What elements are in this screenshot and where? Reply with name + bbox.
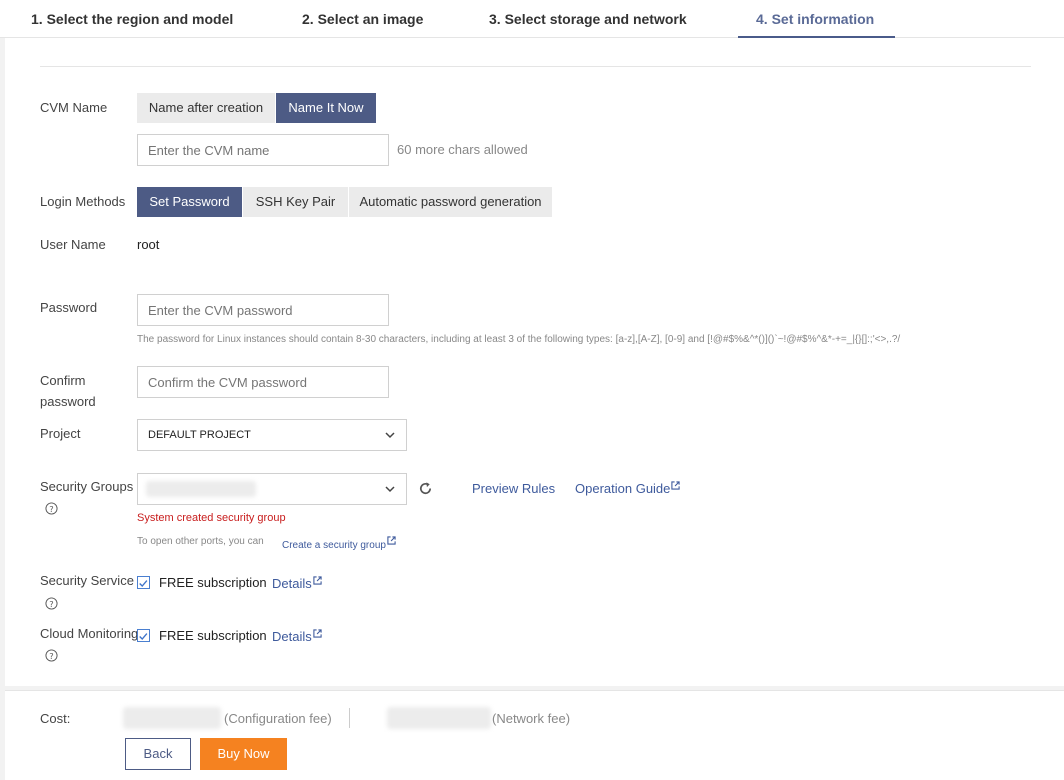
set-information-form: CVM Name Name after creation Name It Now… [5, 38, 1064, 686]
help-icon[interactable]: ? [45, 649, 58, 662]
project-select[interactable]: DEFAULT PROJECT [137, 419, 407, 451]
password-input[interactable] [137, 294, 389, 326]
operation-guide-link[interactable]: Operation Guide [575, 481, 681, 496]
step-bar: 1. Select the region and model 2. Select… [0, 0, 1064, 38]
network-fee-label: (Network fee) [492, 711, 571, 726]
password-label: Password [40, 300, 98, 315]
step-region-model[interactable]: 1. Select the region and model [31, 11, 233, 27]
confirm-password-label-line1: Confirm [40, 373, 86, 388]
svg-text:?: ? [49, 599, 53, 609]
security-service-checkbox[interactable] [137, 576, 150, 589]
configuration-fee-label: (Configuration fee) [224, 711, 332, 726]
name-it-now-button[interactable]: Name It Now [276, 93, 376, 123]
security-service-details-link[interactable]: Details [272, 576, 322, 591]
ssh-key-pair-button[interactable]: SSH Key Pair [243, 187, 348, 217]
confirm-password-input[interactable] [137, 366, 389, 398]
operation-guide-label: Operation Guide [575, 481, 671, 496]
security-service-label: Security Service [40, 573, 134, 588]
details-label: Details [272, 576, 312, 591]
create-security-group-label: Create a security group [282, 540, 386, 551]
external-link-icon [313, 629, 322, 638]
help-icon[interactable]: ? [45, 597, 58, 610]
cloud-monitoring-details-link[interactable]: Details [272, 629, 322, 644]
divider [40, 66, 1031, 67]
cost-label: Cost: [40, 711, 71, 726]
cloud-monitoring-label: Cloud Monitoring [40, 626, 139, 641]
redacted-security-group-name [146, 481, 256, 497]
step-image[interactable]: 2. Select an image [302, 11, 423, 27]
cvm-name-input[interactable] [137, 134, 389, 166]
external-link-icon [313, 576, 322, 585]
buy-now-button[interactable]: Buy Now [200, 738, 287, 770]
redacted-network-fee [387, 707, 491, 729]
security-group-select[interactable] [137, 473, 407, 505]
system-security-group-note: System created security group [137, 512, 286, 524]
svg-text:?: ? [49, 651, 53, 661]
project-select-value: DEFAULT PROJECT [148, 429, 251, 441]
external-link-icon [387, 536, 396, 545]
cost-footer: Cost: (Configuration fee) (Network fee) … [5, 690, 1064, 780]
other-ports-hint: To open other ports, you can [137, 536, 264, 547]
cvm-name-chars-hint: 60 more chars allowed [397, 142, 528, 157]
project-label: Project [40, 426, 81, 441]
chevron-down-icon [385, 486, 395, 493]
name-after-creation-button[interactable]: Name after creation [137, 93, 275, 123]
user-name-value: root [137, 237, 160, 252]
refresh-icon[interactable] [418, 481, 433, 496]
chevron-down-icon [385, 432, 395, 439]
help-icon[interactable]: ? [45, 502, 58, 515]
checkmark-icon [139, 633, 148, 641]
fee-separator [349, 708, 350, 728]
set-password-button[interactable]: Set Password [137, 187, 242, 217]
external-link-icon [671, 481, 681, 490]
cvm-name-label: CVM Name [40, 100, 108, 115]
password-rule-hint: The password for Linux instances should … [137, 334, 901, 345]
create-security-group-link[interactable]: Create a security group [282, 536, 396, 551]
confirm-password-label-line2: password [40, 394, 96, 409]
cloud-monitoring-checkbox[interactable] [137, 629, 150, 642]
svg-text:?: ? [49, 504, 53, 514]
redacted-configuration-fee [123, 707, 221, 729]
preview-rules-link[interactable]: Preview Rules [472, 481, 555, 496]
step-storage-network[interactable]: 3. Select storage and network [489, 11, 687, 27]
checkmark-icon [139, 580, 148, 588]
details-label: Details [272, 629, 312, 644]
user-name-label: User Name [40, 237, 106, 252]
back-button[interactable]: Back [125, 738, 191, 770]
step-set-information[interactable]: 4. Set information [756, 11, 874, 27]
security-groups-label: Security Groups [40, 479, 134, 494]
security-service-text: FREE subscription [159, 575, 267, 590]
cloud-monitoring-text: FREE subscription [159, 628, 267, 643]
automatic-password-button[interactable]: Automatic password generation [349, 187, 552, 217]
login-methods-label: Login Methods [40, 194, 126, 209]
